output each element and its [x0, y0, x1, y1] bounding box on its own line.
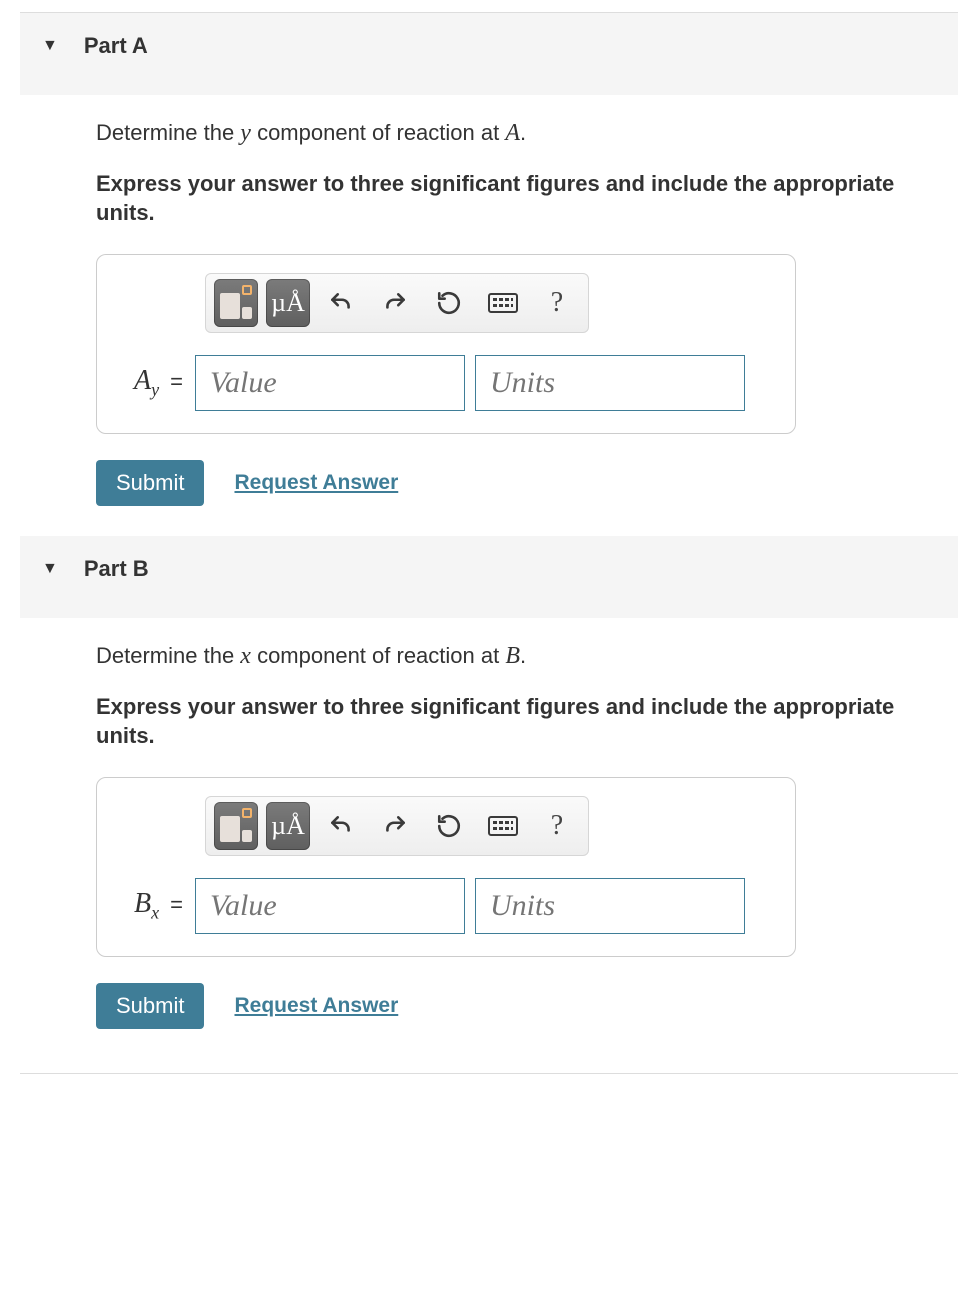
- prompt-text: Determine the x component of reaction at…: [96, 640, 958, 674]
- keyboard-icon: [488, 816, 518, 836]
- redo-button[interactable]: [370, 278, 420, 328]
- variable-main: A: [134, 365, 151, 396]
- prompt-pre: Determine the: [96, 643, 240, 668]
- instruction-text: Express your answer to three significant…: [96, 692, 896, 751]
- reset-button[interactable]: [424, 278, 474, 328]
- prompt-text: Determine the y component of reaction at…: [96, 117, 958, 151]
- caret-down-icon: ▼: [42, 561, 58, 577]
- variable-subscript: x: [151, 903, 159, 923]
- part-a-section: ▼ Part A Determine the y component of re…: [20, 13, 958, 536]
- equation-toolbar: µÅ ?: [205, 273, 589, 333]
- prompt-var: x: [240, 643, 251, 669]
- part-b-body: Determine the x component of reaction at…: [20, 640, 958, 1059]
- prompt-pre: Determine the: [96, 120, 240, 145]
- equation-toolbar: µÅ ?: [205, 796, 589, 856]
- variable-label: Bx =: [113, 888, 185, 924]
- help-button[interactable]: ?: [532, 278, 582, 328]
- value-input[interactable]: [195, 878, 465, 934]
- units-input[interactable]: [475, 878, 745, 934]
- units-input[interactable]: [475, 355, 745, 411]
- units-symbols-button[interactable]: µÅ: [266, 279, 310, 327]
- part-title: Part A: [84, 33, 148, 59]
- equals-sign: =: [170, 892, 183, 917]
- prompt-mid: component of reaction at: [251, 120, 505, 145]
- input-row: Bx =: [113, 878, 779, 934]
- keyboard-button[interactable]: [478, 278, 528, 328]
- keyboard-icon: [488, 293, 518, 313]
- request-answer-link[interactable]: Request Answer: [234, 471, 398, 495]
- input-row: Ay =: [113, 355, 779, 411]
- units-symbols-button[interactable]: µÅ: [266, 802, 310, 850]
- part-title: Part B: [84, 556, 149, 582]
- action-row: Submit Request Answer: [96, 983, 958, 1029]
- part-a-header[interactable]: ▼ Part A: [20, 13, 958, 95]
- part-b-section: ▼ Part B Determine the x component of re…: [20, 536, 958, 1059]
- instruction-text: Express your answer to three significant…: [96, 169, 896, 228]
- prompt-mid: component of reaction at: [251, 643, 505, 668]
- redo-button[interactable]: [370, 801, 420, 851]
- keyboard-button[interactable]: [478, 801, 528, 851]
- undo-button[interactable]: [316, 278, 366, 328]
- undo-button[interactable]: [316, 801, 366, 851]
- template-button[interactable]: [214, 279, 258, 327]
- submit-button[interactable]: Submit: [96, 460, 204, 506]
- equals-sign: =: [170, 369, 183, 394]
- caret-down-icon: ▼: [42, 38, 58, 54]
- prompt-post: .: [520, 643, 526, 668]
- part-a-body: Determine the y component of reaction at…: [20, 117, 958, 536]
- template-button[interactable]: [214, 802, 258, 850]
- answer-box: µÅ ? Ay: [96, 254, 796, 434]
- bottom-divider: [20, 1073, 958, 1074]
- request-answer-link[interactable]: Request Answer: [234, 994, 398, 1018]
- action-row: Submit Request Answer: [96, 460, 958, 506]
- variable-label: Ay =: [113, 365, 185, 401]
- variable-main: B: [134, 888, 151, 919]
- value-input[interactable]: [195, 355, 465, 411]
- variable-subscript: y: [151, 380, 159, 400]
- submit-button[interactable]: Submit: [96, 983, 204, 1029]
- prompt-point: A: [505, 120, 520, 146]
- prompt-post: .: [520, 120, 526, 145]
- part-b-header[interactable]: ▼ Part B: [20, 536, 958, 618]
- prompt-var: y: [240, 120, 251, 146]
- help-button[interactable]: ?: [532, 801, 582, 851]
- reset-button[interactable]: [424, 801, 474, 851]
- prompt-point: B: [505, 643, 520, 669]
- answer-box: µÅ ? Bx: [96, 777, 796, 957]
